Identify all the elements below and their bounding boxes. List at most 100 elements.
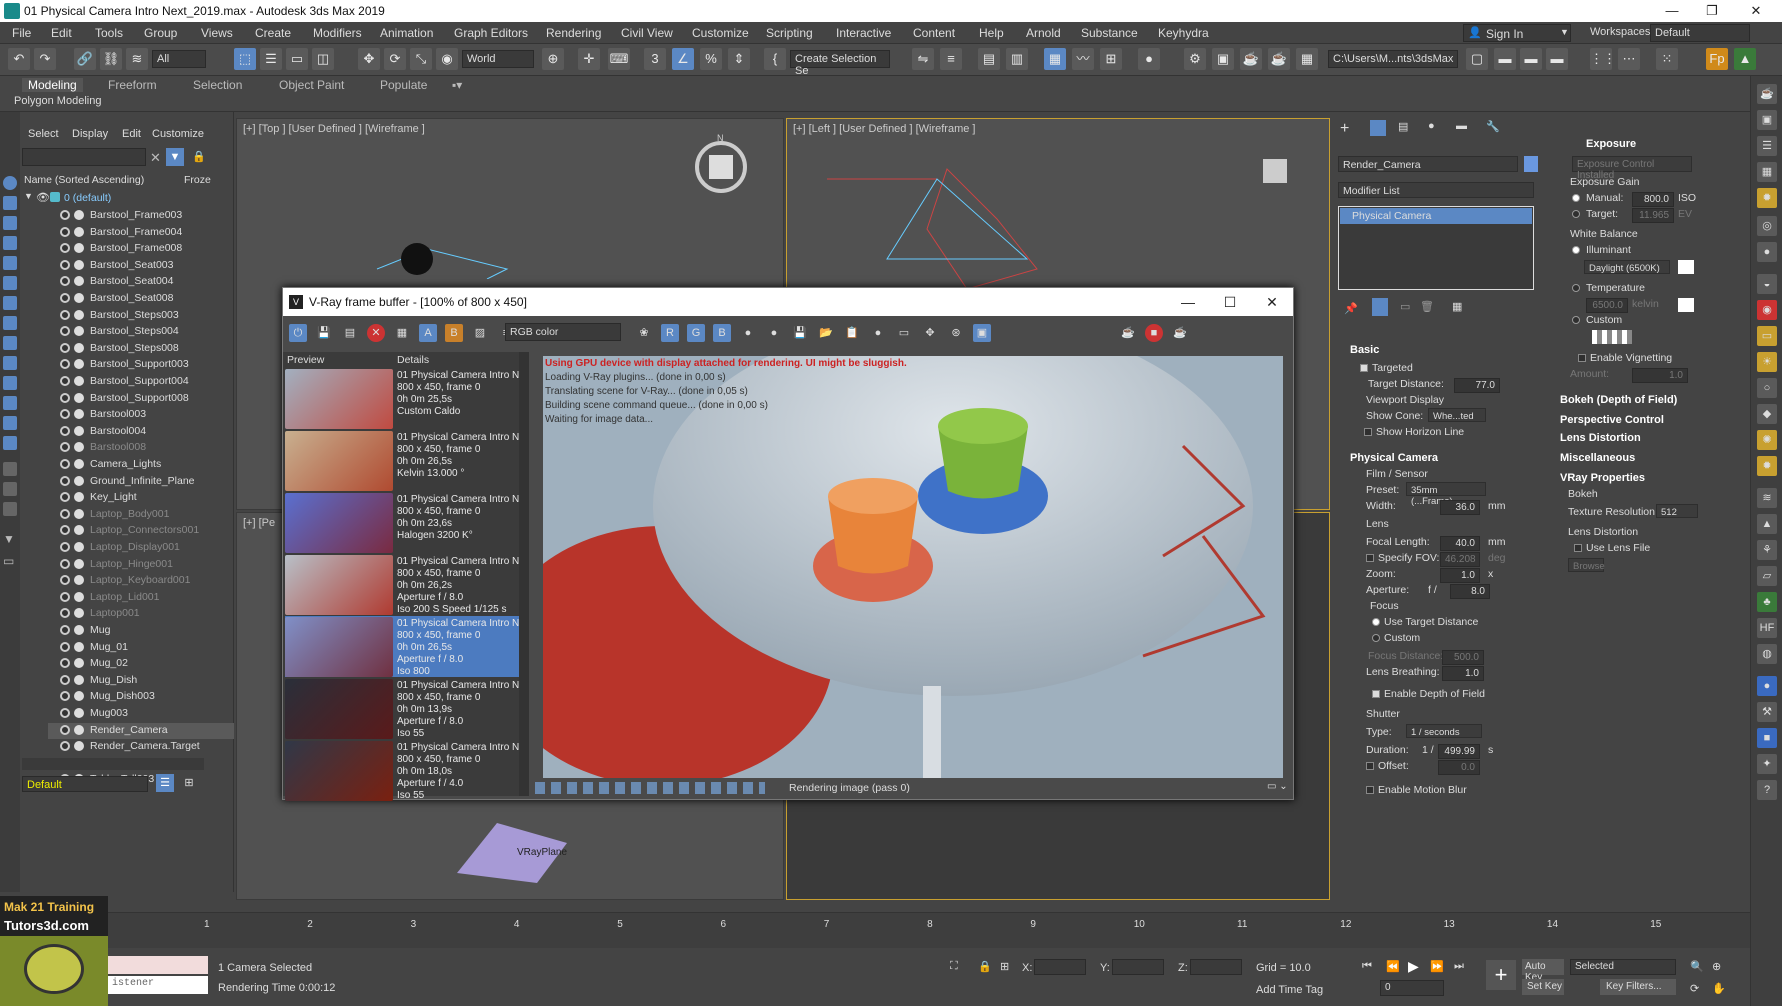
green-channel-icon[interactable]: G (687, 324, 705, 342)
set-key-button[interactable]: Set Key (1522, 979, 1564, 995)
lens-effects-icon[interactable]: ⊛ (947, 324, 965, 342)
temperature-spinner[interactable]: 6500.0 (1586, 298, 1628, 313)
menu-animation[interactable]: Animation (380, 26, 433, 40)
display-xrefs-icon[interactable] (3, 336, 17, 350)
scene-menu-edit[interactable]: Edit (122, 128, 141, 140)
scene-menu-customize[interactable]: Customize (152, 128, 204, 140)
ribbon-tab-selection[interactable]: Selection (193, 78, 242, 92)
layer-icon[interactable]: ▭ (3, 554, 17, 568)
stop-render-icon[interactable]: ■ (1145, 324, 1163, 342)
dome-icon[interactable]: ◒ (1757, 274, 1777, 294)
scene-row[interactable]: Laptop_Keyboard001 (48, 573, 234, 589)
vray-vfb-icon[interactable]: ▦ (1296, 48, 1318, 70)
layer-eye-icon[interactable]: 👁 (36, 191, 50, 204)
scene-row[interactable]: Barstool_Frame008 (48, 241, 234, 257)
lens-breathing-spinner[interactable]: 1.0 (1442, 666, 1484, 681)
visibility-eye-icon[interactable] (60, 741, 70, 752)
display-dependents-icon[interactable] (3, 502, 17, 516)
menu-customize[interactable]: Customize (692, 26, 749, 40)
display-lights-icon[interactable] (3, 236, 17, 250)
scene-row[interactable]: Barstool008 (48, 440, 234, 456)
focus-distance-spinner[interactable]: 500.0 (1442, 650, 1484, 665)
history-scrollbar[interactable] (519, 352, 529, 796)
vfb-close-button[interactable]: ✕ (1257, 290, 1287, 314)
visibility-eye-icon[interactable] (60, 392, 70, 403)
visibility-eye-icon[interactable] (60, 243, 70, 254)
focal-length-spinner[interactable]: 40.0 (1440, 536, 1480, 551)
save-all-icon[interactable]: ▤ (341, 324, 359, 342)
timeline[interactable]: 1 2 3 4 5 6 7 8 9 10 11 12 13 14 15 (0, 912, 1750, 948)
temperature-radio[interactable] (1572, 284, 1580, 292)
scene-row[interactable]: Camera_Lights (48, 457, 234, 473)
scene-row[interactable]: Ground_Infinite_Plane (48, 474, 234, 490)
zoom-icon[interactable]: 🔍 (1690, 960, 1704, 973)
key-filters-button[interactable]: Key Filters... (1600, 979, 1676, 995)
compare-b-icon[interactable]: B (445, 324, 463, 342)
menu-edit[interactable]: Edit (51, 26, 72, 40)
vray-properties-rollout-title[interactable]: VRay Properties (1560, 472, 1645, 484)
collapse-icon[interactable]: ▼ (24, 191, 33, 201)
visibility-eye-icon[interactable] (60, 641, 70, 652)
zoom-all-icon[interactable]: ⊕ (1712, 960, 1721, 973)
history-item[interactable]: 01 Physical Camera Intro N 800 x 450, fra… (285, 740, 521, 801)
display-spacewarps-icon[interactable] (3, 296, 17, 310)
move-icon[interactable]: ✥ (358, 48, 380, 70)
visibility-eye-icon[interactable] (60, 342, 70, 353)
align-right-icon[interactable]: ▬ (1520, 48, 1542, 70)
scene-menu-select[interactable]: Select (28, 128, 59, 140)
temperature-color-swatch[interactable] (1678, 298, 1694, 312)
scene-row[interactable]: Mug (48, 623, 234, 639)
red-icon[interactable]: ◉ (1757, 300, 1777, 320)
manual-exposure-radio[interactable] (1572, 194, 1580, 202)
visibility-eye-icon[interactable] (60, 475, 70, 486)
status-tools-icon[interactable] (535, 782, 765, 794)
menu-interactive[interactable]: Interactive (836, 26, 891, 40)
scene-row[interactable]: Barstool_Seat004 (48, 274, 234, 290)
menu-civil-view[interactable]: Civil View (621, 26, 673, 40)
history-item[interactable]: 01 Physical Camera Intro N 800 x 450, fra… (285, 616, 521, 677)
sun3-icon[interactable]: ✹ (1757, 456, 1777, 476)
project-path-dropdown[interactable]: C:\Users\M...nts\3dsMax (1328, 50, 1458, 68)
clear-search-icon[interactable]: ✕ (150, 150, 161, 166)
visibility-eye-icon[interactable] (60, 276, 70, 287)
save-channel-icon[interactable]: 💾 (791, 324, 809, 342)
angle-snap-icon[interactable]: ∠ (672, 48, 694, 70)
fur-icon[interactable]: ≋ (1757, 488, 1777, 508)
place-icon[interactable]: ◉ (436, 48, 458, 70)
shutter-type-dropdown[interactable]: 1 / seconds (1406, 724, 1482, 738)
history-item[interactable]: 01 Physical Camera Intro N 800 x 450, fra… (285, 430, 521, 491)
display-groups-icon[interactable] (3, 316, 17, 330)
absolute-mode-icon[interactable]: ⊞ (1000, 960, 1009, 973)
select-object-icon[interactable]: ⬚ (234, 48, 256, 70)
y-coord-field[interactable] (1112, 959, 1164, 975)
use-lens-file-checkbox[interactable] (1574, 544, 1582, 552)
spot-icon[interactable]: ◆ (1757, 404, 1777, 424)
unlink-icon[interactable]: ⛓ (100, 48, 122, 70)
clear-icon[interactable]: ● (869, 324, 887, 342)
channel-dropdown[interactable]: RGB color (505, 323, 621, 341)
motion-tab-icon[interactable]: ● (1428, 120, 1435, 132)
load-icon[interactable]: 📂 (817, 324, 835, 342)
add-time-tag[interactable]: Add Time Tag (1256, 984, 1323, 996)
offset-checkbox[interactable] (1366, 762, 1374, 770)
mono-icon[interactable]: ● (765, 324, 783, 342)
visibility-eye-icon[interactable] (60, 326, 70, 337)
object-color-swatch[interactable] (1524, 156, 1538, 172)
show-cone-dropdown[interactable]: Whe...ted (1428, 408, 1486, 422)
scene-row[interactable]: Render_Camera.Target (48, 739, 234, 755)
prev-frame-icon[interactable]: ⏪ (1386, 960, 1400, 973)
scene-row[interactable]: Barstool_Steps004 (48, 324, 234, 340)
physical-camera-rollout-title[interactable]: Physical Camera (1350, 452, 1438, 464)
selection-set-dropdown[interactable]: Create Selection Se (790, 50, 890, 77)
go-to-end-icon[interactable]: ⏭ (1454, 960, 1464, 973)
show-end-result-icon[interactable] (1372, 298, 1388, 316)
scene-row[interactable]: Barstool_Support003 (48, 357, 234, 373)
menu-views[interactable]: Views (201, 26, 233, 40)
visibility-eye-icon[interactable] (60, 724, 70, 735)
camera-icon[interactable]: ◎ (1757, 216, 1777, 236)
aperture-spinner[interactable]: 8.0 (1450, 584, 1490, 599)
history-item[interactable]: 01 Physical Camera Intro N 800 x 450, fra… (285, 492, 521, 553)
menu-content[interactable]: Content (913, 26, 955, 40)
display-geometry-icon[interactable] (3, 196, 17, 210)
visibility-eye-icon[interactable] (60, 226, 70, 237)
